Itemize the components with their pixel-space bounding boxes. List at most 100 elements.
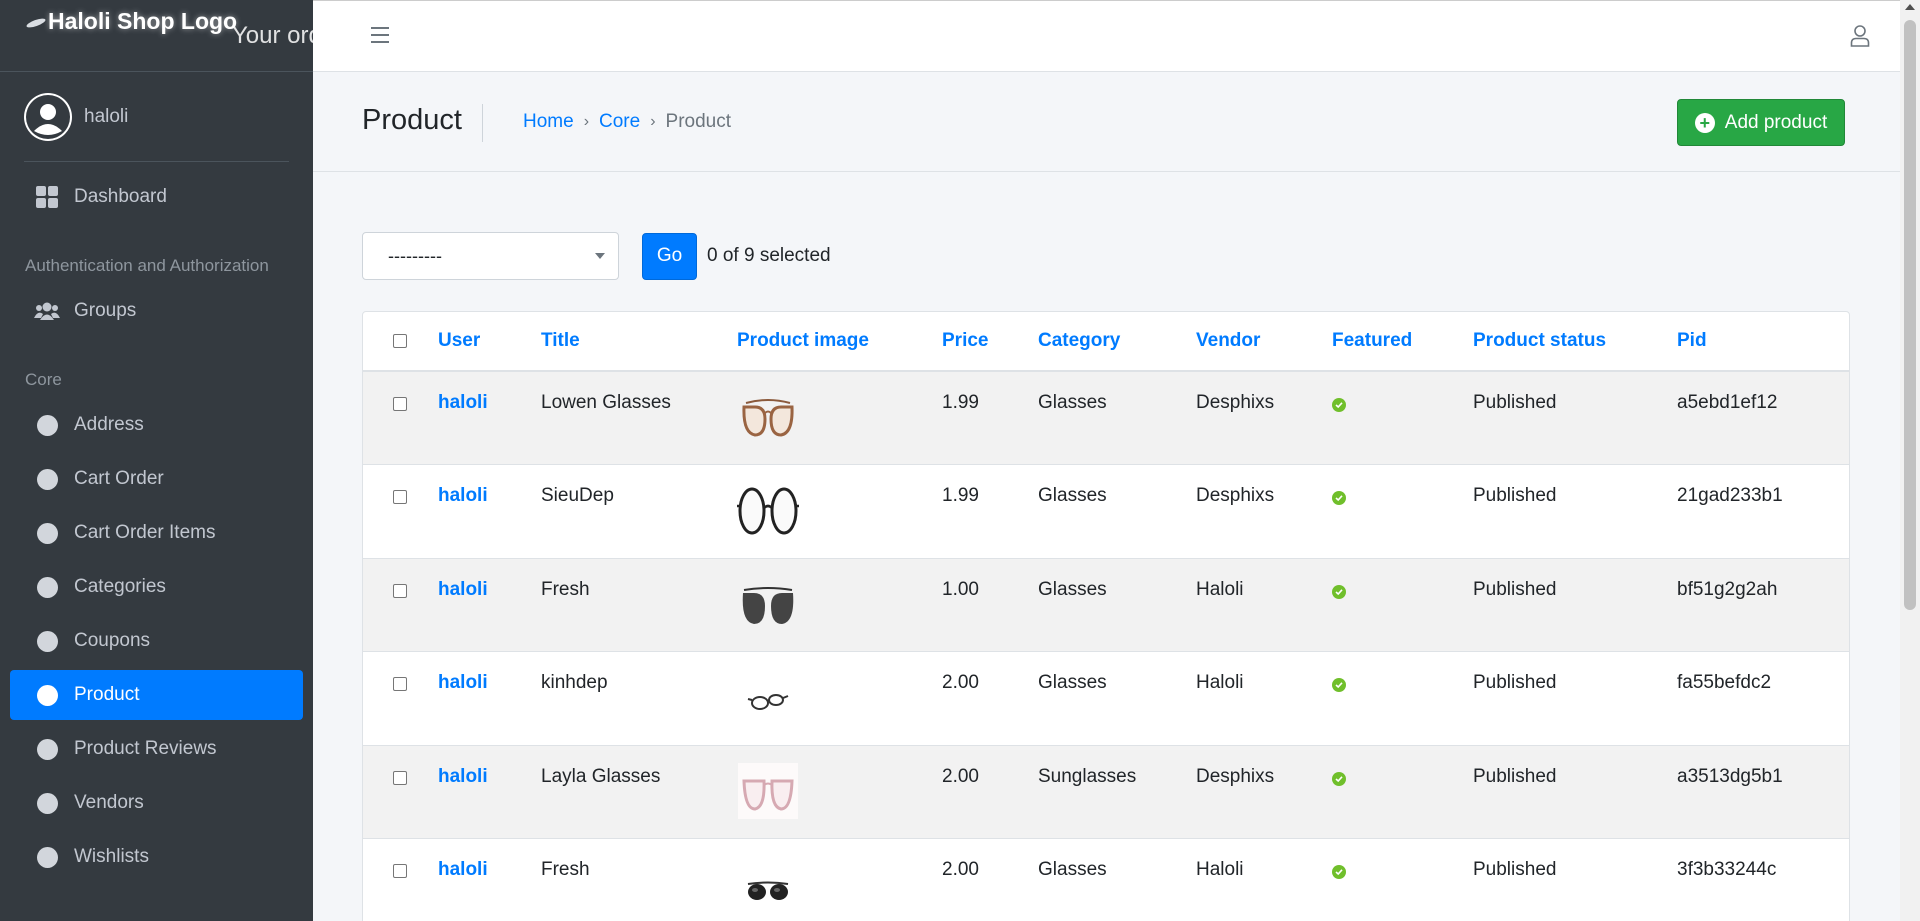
product-thumbnail [737, 479, 799, 541]
pink-clear-glasses-icon [738, 762, 798, 819]
product-thumbnail [737, 386, 799, 448]
sidebar-item-label: Product Reviews [74, 738, 217, 759]
vendor-cell: Desphixs [1196, 464, 1332, 558]
add-product-button[interactable]: + Add product [1677, 99, 1845, 146]
column-header-featured[interactable]: Featured [1332, 312, 1473, 372]
circle-icon [34, 738, 60, 760]
column-header-title[interactable]: Title [541, 312, 737, 372]
table-row: haloli Lowen Glasses 1.99 Glasses Desphi… [363, 370, 1849, 465]
table-row: haloli Fresh 2.00 Glasses Haloli Publish… [363, 838, 1849, 921]
status-cell: Published [1473, 651, 1677, 745]
user-menu-icon[interactable] [1850, 25, 1870, 53]
row-checkbox[interactable] [393, 583, 407, 598]
user-link[interactable]: haloli [438, 838, 541, 921]
sidebar-item-label: Cart Order Items [74, 522, 216, 543]
sidebar-item-label: Product [74, 684, 140, 705]
sidebar-item-label: Groups [74, 300, 137, 321]
sidebar-item-address[interactable]: Address [10, 400, 303, 450]
small-black-glasses-icon [747, 694, 789, 710]
featured-check-icon [1332, 491, 1346, 505]
sidebar-item-categories[interactable]: Categories [10, 562, 303, 612]
scroll-up-arrow-icon[interactable] [1905, 4, 1915, 10]
sidebar-item-label: Categories [74, 576, 166, 597]
featured-check-icon [1332, 398, 1346, 412]
user-link[interactable]: haloli [438, 464, 541, 558]
column-header-product-status[interactable]: Product status [1473, 312, 1677, 372]
select-all-checkbox[interactable] [393, 334, 407, 348]
price-cell: 2.00 [942, 744, 1038, 839]
column-header-price[interactable]: Price [942, 312, 1038, 372]
brand-link[interactable]: Haloli Shop Logo Your ord [0, 0, 313, 72]
sidebar-item-product-reviews[interactable]: Product Reviews [10, 724, 303, 774]
nav-header-auth: Authentication and Authorization [25, 256, 269, 275]
sidebar-item-cart-order[interactable]: Cart Order [10, 454, 303, 504]
row-checkbox-cell [363, 370, 438, 465]
plus-circle-icon: + [1694, 112, 1715, 133]
status-cell: Published [1473, 744, 1677, 839]
row-checkbox[interactable] [393, 490, 407, 504]
sidebar: Haloli Shop Logo Your ord haloli Dashboa… [0, 0, 313, 921]
user-link[interactable]: haloli [438, 744, 541, 839]
breadcrumb-home[interactable]: Home [523, 111, 574, 133]
column-header-pid[interactable]: Pid [1677, 312, 1849, 372]
column-header-user[interactable]: User [438, 312, 541, 372]
column-header-category[interactable]: Category [1038, 312, 1196, 372]
dashboard-icon [34, 186, 60, 208]
sidebar-item-vendors[interactable]: Vendors [10, 778, 303, 828]
row-checkbox[interactable] [393, 864, 407, 878]
action-select-value: --------- [388, 245, 442, 266]
user-link[interactable]: haloli [438, 370, 541, 465]
menu-toggle-icon[interactable] [371, 27, 389, 48]
row-checkbox-cell [363, 744, 438, 839]
sidebar-nav: Dashboard Authentication and Authorizati… [0, 162, 313, 896]
featured-cell [1332, 651, 1473, 745]
row-checkbox[interactable] [393, 677, 407, 691]
circle-icon [34, 684, 60, 706]
sidebar-item-groups[interactable]: Groups [10, 286, 303, 336]
table-header-row: User Title Product image Price Category … [363, 312, 1849, 372]
selection-counter: 0 of 9 selected [707, 245, 831, 266]
product-thumbnail [737, 666, 799, 728]
sidebar-item-product[interactable]: Product [10, 670, 303, 720]
bulk-actions: --------- Go 0 of 9 selected [362, 232, 831, 280]
sidebar-item-coupons[interactable]: Coupons [10, 616, 303, 666]
sidebar-item-wishlists[interactable]: Wishlists [10, 832, 303, 882]
image-cell [737, 744, 942, 839]
user-panel[interactable]: haloli [24, 72, 289, 162]
sidebar-item-label: Dashboard [74, 186, 167, 207]
column-header-vendor[interactable]: Vendor [1196, 312, 1332, 372]
select-all-checkbox-cell [363, 312, 438, 372]
dark-aviator-sunglasses-icon [742, 586, 794, 624]
users-icon [34, 301, 60, 321]
top-navbar [313, 0, 1900, 72]
breadcrumb-core[interactable]: Core [599, 111, 640, 133]
price-cell: 1.00 [942, 557, 1038, 652]
circle-icon [34, 846, 60, 868]
main-content: Product Home › Core › Product + Add prod… [313, 0, 1900, 921]
page-scrollbar[interactable] [1900, 0, 1920, 921]
user-name: haloli [84, 105, 129, 127]
sidebar-item-cart-order-items[interactable]: Cart Order Items [10, 508, 303, 558]
table-row: haloli Layla Glasses 2.00 Sunglasses Des… [363, 744, 1849, 839]
user-link[interactable]: haloli [438, 557, 541, 652]
featured-cell [1332, 838, 1473, 921]
row-checkbox[interactable] [393, 770, 407, 785]
product-table-card: User Title Product image Price Category … [362, 311, 1850, 921]
image-cell [737, 651, 942, 745]
action-select[interactable]: --------- [362, 232, 619, 280]
circle-icon [34, 414, 60, 436]
sidebar-item-dashboard[interactable]: Dashboard [10, 172, 303, 222]
scrollbar-thumb[interactable] [1904, 20, 1916, 610]
go-button[interactable]: Go [642, 232, 697, 280]
category-cell: Glasses [1038, 557, 1196, 652]
image-cell [737, 464, 942, 558]
sidebar-item-label: Coupons [74, 630, 151, 651]
row-checkbox[interactable] [393, 397, 407, 411]
status-cell: Published [1473, 464, 1677, 558]
featured-cell [1332, 557, 1473, 652]
chevron-down-icon [595, 253, 605, 259]
vendor-cell: Desphixs [1196, 744, 1332, 839]
image-cell [737, 370, 942, 465]
featured-cell [1332, 744, 1473, 839]
user-link[interactable]: haloli [438, 651, 541, 745]
